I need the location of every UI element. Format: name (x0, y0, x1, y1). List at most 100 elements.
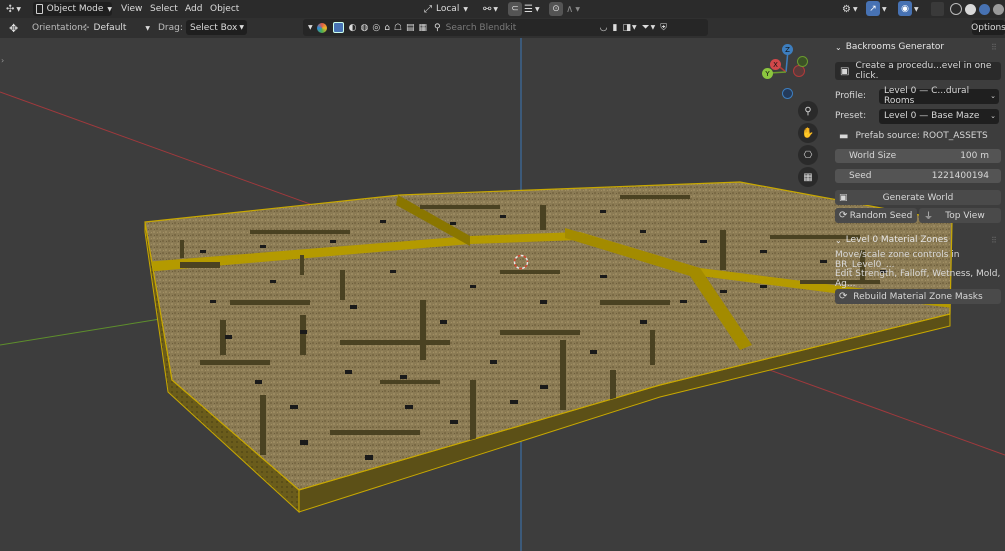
preset-label: Preset: (835, 111, 867, 121)
falloff-curve-icon: ∧ (566, 3, 574, 15)
gizmo-neg-z-axis[interactable] (782, 88, 793, 99)
move-tool-icon[interactable]: ✥ (9, 21, 18, 35)
visibility-dropdown[interactable]: ⚙ ▼ (842, 2, 858, 16)
world-size-field[interactable]: World Size 100 m (835, 149, 1001, 163)
chevron-down-icon[interactable]: ▼ (308, 24, 313, 31)
scene-asset-icon[interactable]: ◎ (372, 23, 380, 33)
menu-view[interactable]: View (121, 2, 142, 16)
panel-drag-handle-icon[interactable]: ⠿ (991, 235, 997, 245)
menu-object[interactable]: Object (210, 2, 239, 16)
proportional-edit-toggle[interactable]: ⊙ (549, 2, 563, 16)
overlays-dropdown[interactable]: ▼ (914, 2, 919, 16)
camera-view-button[interactable]: ⎔ (798, 145, 818, 165)
proportional-edit-icon: ⊙ (552, 4, 560, 14)
material-asset-icon[interactable]: ◐ (349, 23, 357, 33)
pan-navigation-button[interactable]: ✋ (798, 123, 818, 143)
pivot-dropdown[interactable]: ⚯ ▼ (483, 2, 498, 16)
world-icon: ▣ (839, 192, 848, 203)
seed-value: 1221400194 (931, 171, 989, 181)
xray-toggle[interactable] (931, 2, 944, 16)
menu-select[interactable]: Select (150, 2, 178, 16)
generate-world-button[interactable]: ▣ Generate World (835, 190, 1001, 205)
gizmo-z-axis[interactable]: Z (782, 44, 793, 55)
chevron-down-icon: ▼ (107, 5, 112, 13)
gizmo-neg-x-axis[interactable] (797, 56, 808, 67)
top-view-button[interactable]: ⏚ Top View (919, 208, 1001, 223)
overlays-toggle[interactable]: ◉ (898, 1, 912, 16)
refresh-icon: ⟳ (839, 210, 848, 221)
chevron-down-icon: ▼ (463, 5, 468, 13)
menu-add[interactable]: Add (185, 2, 202, 16)
brush-asset-icon[interactable]: ⌂ (384, 23, 390, 33)
preset-dropdown[interactable]: Level 0 — Base Maze ⌄ (879, 108, 999, 124)
chevron-down-icon: ▼ (534, 5, 540, 13)
transform-space-label: Local (436, 4, 460, 14)
selectability-icon: ⚙ (842, 3, 851, 15)
wireframe-shading-icon[interactable] (950, 3, 962, 15)
rebuild-masks-button[interactable]: ⟳ Rebuild Material Zone Masks (835, 289, 1001, 304)
filter-icon[interactable]: ⏷ (642, 22, 650, 33)
material-shading-icon[interactable] (979, 3, 990, 15)
mode-dropdown[interactable]: Object Mode ▼ (33, 2, 112, 16)
seed-field[interactable]: Seed 1221400194 (835, 169, 1001, 183)
nodegroup-asset-icon[interactable]: ☖ (394, 23, 402, 33)
object-mode-icon (36, 4, 43, 14)
options-button[interactable]: Options (971, 20, 1005, 35)
hdr-asset-icon[interactable]: ◍ (360, 23, 368, 33)
navigation-gizmo[interactable]: Z X Y (760, 44, 820, 102)
archive-icon: ▬ (839, 130, 849, 142)
generator-panel-header[interactable]: ⌄ Backrooms Generator (835, 40, 944, 54)
profile-value: Level 0 — C...dural Rooms (884, 86, 970, 106)
orientation-gizmo-icon: ⊹ (82, 23, 90, 33)
chevron-right-icon: › (1, 55, 5, 65)
zones-title: Level 0 Material Zones (845, 235, 948, 245)
transform-orientation-dropdown[interactable]: ⤢ Local ▼ (424, 2, 468, 16)
chevron-down-icon: ▼ (882, 5, 887, 13)
bookmark-icon[interactable]: ▮ (612, 23, 617, 33)
addon-asset-icon[interactable]: ▦ (419, 23, 428, 33)
magnet-icon: ⊂ (511, 4, 519, 14)
orientation-dropdown[interactable]: ⊹ Default ▼ (82, 21, 150, 35)
gizmo-x-axis[interactable]: X (770, 59, 781, 70)
rendered-shading-icon[interactable] (993, 3, 1004, 15)
panel-drag-handle-icon[interactable]: ⠿ (991, 42, 997, 52)
shield-icon[interactable]: ⛨ (660, 23, 667, 33)
camera-icon: ⎔ (803, 149, 813, 161)
profile-label: Profile: (835, 91, 867, 101)
zoom-navigation-button[interactable]: ⚲ (798, 101, 818, 121)
chevron-down-icon: ▼ (631, 24, 637, 31)
profile-dropdown[interactable]: Level 0 — C...dural Rooms ⌄ (879, 86, 999, 106)
search-history-icon[interactable]: ◡ (600, 23, 608, 33)
blendkit-toolbar: ▼ ◐ ◍ ◎ ⌂ ☖ ▤ ▦ ⚲ Search Blendkit ◡ ▮ ◨ … (303, 19, 708, 36)
snap-target-dropdown[interactable]: ☰ ▼ (524, 2, 540, 16)
gizmo-icon: ↗ (869, 3, 877, 14)
chevron-down-icon: ▼ (239, 24, 244, 31)
asset-bar-icon[interactable]: ◨ (622, 23, 631, 33)
gizmo-dropdown[interactable]: ▼ (882, 2, 887, 16)
grid-perspective-icon: ▦ (803, 171, 813, 183)
solid-shading-icon[interactable] (965, 3, 976, 15)
shading-mode-group: ▼ (950, 2, 1005, 16)
blendkit-search-input[interactable]: Search Blendkit (446, 23, 596, 33)
blendkit-logo-icon[interactable] (316, 22, 327, 33)
gizmo-toggle[interactable]: ↗ (866, 1, 880, 16)
editor-type-button[interactable]: ✣ ▼ (6, 2, 21, 16)
model-asset-icon[interactable] (332, 22, 344, 33)
printable-asset-icon[interactable]: ▤ (406, 23, 415, 33)
zoom-icon: ⚲ (804, 105, 812, 117)
random-seed-button[interactable]: ⟳ Random Seed (835, 208, 917, 223)
zones-panel-header[interactable]: ⌄ Level 0 Material Zones (835, 233, 948, 247)
falloff-dropdown[interactable]: ∧ ▼ (566, 2, 580, 16)
move-arrows-icon: ✥ (9, 21, 19, 35)
snap-toggle[interactable]: ⊂ (508, 2, 522, 16)
mode-label: Object Mode (46, 4, 104, 14)
gizmo-y-axis[interactable]: Y (762, 68, 773, 79)
perspective-toggle-button[interactable]: ▦ (798, 167, 818, 187)
preset-row: Preset: Level 0 — Base Maze ⌄ (835, 108, 1001, 124)
orientation-value: Default (93, 23, 127, 33)
chevron-down-icon: ▼ (145, 24, 150, 32)
hand-icon: ✋ (801, 127, 815, 139)
drag-dropdown[interactable]: Select Box ▼ (186, 20, 247, 35)
chevron-down-icon: ▼ (493, 5, 499, 13)
toolbar-expand-icon[interactable]: › (1, 55, 4, 65)
